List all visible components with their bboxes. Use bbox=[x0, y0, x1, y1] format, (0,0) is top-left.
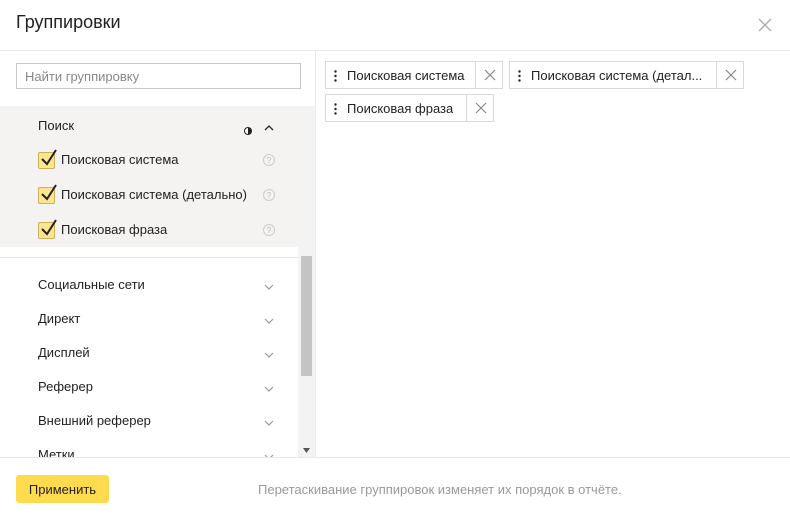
dialog-title: Группировки bbox=[16, 12, 121, 32]
list-item[interactable]: Поисковая система (детально) ? bbox=[0, 177, 298, 212]
chevron-down-icon[interactable] bbox=[264, 415, 274, 426]
scrollbar[interactable] bbox=[298, 106, 315, 457]
help-icon[interactable]: ? bbox=[263, 153, 275, 166]
groupings-dialog: Группировки Поиск bbox=[0, 0, 790, 513]
groupings-list: Поиск Поисковая система ? Поисковая сист… bbox=[0, 106, 298, 457]
item-label: Поисковая система bbox=[61, 152, 179, 167]
group-search-expanded: Поиск Поисковая система ? Поисковая сист… bbox=[0, 106, 298, 247]
chevron-down-icon[interactable] bbox=[264, 347, 274, 358]
dialog-header: Группировки bbox=[0, 0, 790, 51]
chip-label: Поисковая система (детал... bbox=[531, 68, 703, 83]
selected-chip[interactable]: Поисковая система bbox=[325, 61, 503, 89]
chevron-down-icon[interactable] bbox=[264, 279, 274, 290]
contrast-icon[interactable] bbox=[244, 122, 252, 135]
svg-text:?: ? bbox=[267, 226, 272, 235]
item-label: Поисковая фраза bbox=[61, 222, 168, 237]
close-icon[interactable] bbox=[755, 15, 775, 35]
chevron-down-icon[interactable] bbox=[264, 449, 274, 457]
group-header-tags[interactable]: Метки bbox=[0, 437, 298, 457]
group-header-display[interactable]: Дисплей bbox=[0, 335, 298, 369]
drag-handle-icon[interactable] bbox=[334, 69, 337, 82]
scroll-down-arrow-icon[interactable] bbox=[303, 440, 310, 453]
help-icon[interactable]: ? bbox=[263, 223, 275, 236]
reorder-hint: Перетаскивание группировок изменяет их п… bbox=[258, 482, 622, 497]
chevron-down-icon[interactable] bbox=[264, 313, 274, 324]
chip-label: Поисковая фраза bbox=[347, 101, 454, 116]
group-header-direct[interactable]: Директ bbox=[0, 301, 298, 335]
item-label: Поисковая система (детально) bbox=[61, 187, 247, 202]
chevron-up-icon[interactable] bbox=[264, 120, 274, 131]
svg-text:?: ? bbox=[267, 191, 272, 200]
selected-groupings-panel: Поисковая система Поисковая система (дет… bbox=[316, 51, 790, 457]
svg-text:?: ? bbox=[267, 156, 272, 165]
checkbox-checked[interactable] bbox=[38, 219, 57, 239]
checkbox-checked[interactable] bbox=[38, 184, 57, 204]
group-label: Социальные сети bbox=[38, 277, 145, 292]
group-label: Внешний реферер bbox=[38, 413, 151, 428]
group-header-search[interactable]: Поиск bbox=[0, 108, 298, 142]
list-item[interactable]: Поисковая система ? bbox=[0, 142, 298, 177]
group-header-social[interactable]: Социальные сети bbox=[0, 267, 298, 301]
selected-chip[interactable]: Поисковая фраза bbox=[325, 94, 494, 122]
group-label: Реферер bbox=[38, 379, 93, 394]
scrollbar-thumb[interactable] bbox=[301, 256, 312, 376]
checkbox-checked[interactable] bbox=[38, 149, 57, 169]
group-label: Дисплей bbox=[38, 345, 90, 360]
chevron-down-icon[interactable] bbox=[264, 381, 274, 392]
group-label: Метки bbox=[38, 447, 75, 457]
chip-label: Поисковая система bbox=[347, 68, 465, 83]
apply-button[interactable]: Применить bbox=[16, 475, 109, 503]
drag-handle-icon[interactable] bbox=[518, 69, 521, 82]
group-header-external-referrer[interactable]: Внешний реферер bbox=[0, 403, 298, 437]
list-item[interactable]: Поисковая фраза ? bbox=[0, 212, 298, 247]
divider bbox=[0, 257, 298, 258]
remove-chip-close-icon[interactable] bbox=[466, 95, 495, 121]
selected-chip[interactable]: Поисковая система (детал... bbox=[509, 61, 744, 89]
group-label: Директ bbox=[38, 311, 81, 326]
search-input[interactable] bbox=[16, 63, 301, 89]
group-header-referrer[interactable]: Реферер bbox=[0, 369, 298, 403]
groupings-panel: Поиск Поисковая система ? bbox=[0, 51, 316, 457]
drag-handle-icon[interactable] bbox=[334, 102, 337, 115]
group-label: Поиск bbox=[38, 118, 75, 133]
remove-chip-close-icon[interactable] bbox=[716, 62, 745, 88]
help-icon[interactable]: ? bbox=[263, 188, 275, 201]
remove-chip-close-icon[interactable] bbox=[475, 62, 504, 88]
dialog-footer: Применить Перетаскивание группировок изм… bbox=[0, 457, 790, 514]
